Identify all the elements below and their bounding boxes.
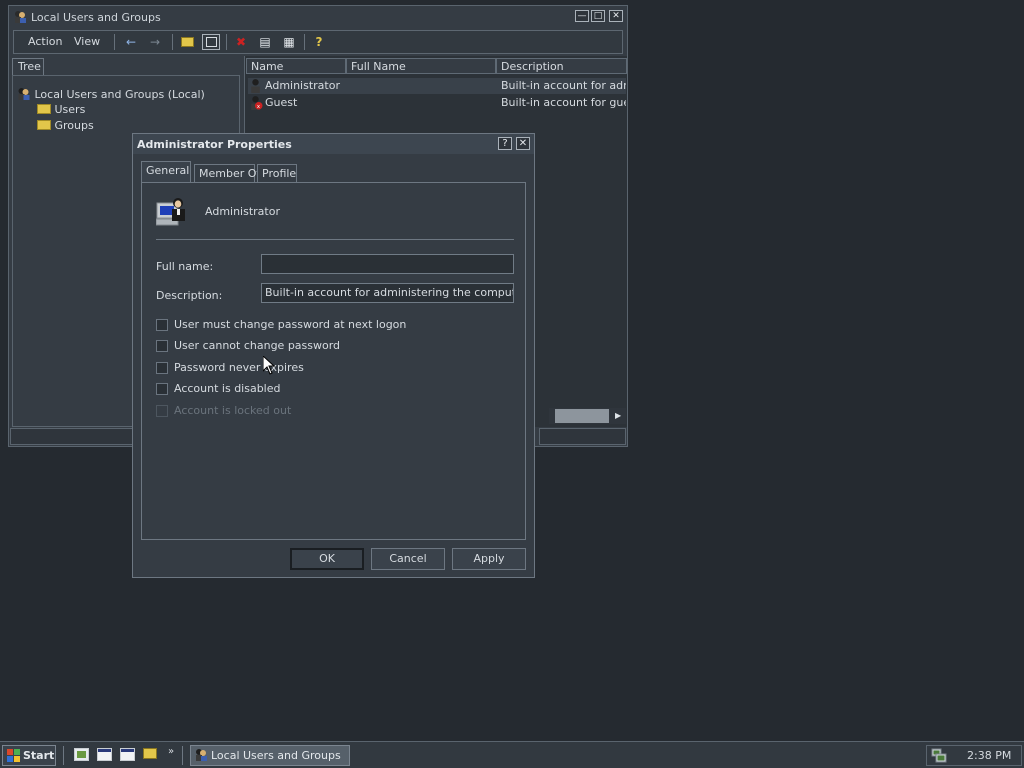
ok-button[interactable]: OK (290, 548, 364, 570)
show-desktop-icon[interactable] (74, 748, 89, 761)
taskbar-separator (63, 746, 64, 765)
taskbar-separator (182, 746, 183, 765)
column-header-name[interactable]: Name (246, 58, 346, 74)
status-bar-pane (539, 428, 626, 445)
folder-open-icon (37, 104, 51, 114)
properties-icon[interactable]: ▤ (256, 34, 274, 50)
divider (156, 239, 514, 240)
delete-icon[interactable]: ✖ (232, 34, 250, 50)
column-header-full-name[interactable]: Full Name (346, 58, 496, 74)
folder-icon (37, 120, 51, 130)
tree-root[interactable]: Local Users and Groups (Local) (16, 87, 205, 102)
mouse-cursor-icon (263, 356, 275, 375)
tree-item-users[interactable]: Users (37, 103, 85, 117)
full-name-label: Full name: (156, 260, 214, 273)
start-label: Start (23, 749, 55, 762)
column-header-description[interactable]: Description (496, 58, 627, 74)
close-button[interactable]: ✕ (516, 137, 530, 150)
users-icon (196, 749, 207, 761)
mmc-titlebar[interactable]: Local Users and Groups — □ ✕ (9, 6, 627, 28)
toolbar-separator (114, 34, 115, 50)
tree-item-groups[interactable]: Groups (37, 119, 94, 133)
row-description: Built-in account for admini (501, 79, 626, 92)
full-name-field[interactable] (261, 254, 514, 274)
users-icon (15, 11, 26, 23)
table-row[interactable]: Administrator Built-in account for admin… (248, 78, 626, 94)
checkbox-label: Account is disabled (174, 382, 281, 395)
maximize-button[interactable]: □ (591, 10, 605, 22)
close-button[interactable]: ✕ (609, 10, 623, 22)
tree-item-label: Users (54, 103, 86, 116)
row-name: Administrator (265, 79, 340, 92)
toolbar-separator (226, 34, 227, 50)
row-description: Built-in account for guest a (501, 96, 626, 109)
tab-profile[interactable]: Profile (257, 164, 297, 183)
svg-text:x: x (257, 104, 260, 110)
cancel-button[interactable]: Cancel (371, 548, 445, 570)
tab-member-of[interactable]: Member Of (194, 164, 260, 183)
taskbar-item-label: Local Users and Groups (211, 749, 341, 762)
toolbar-separator (304, 34, 305, 50)
status-bar (10, 428, 134, 445)
forward-arrow-icon[interactable]: → (146, 34, 164, 50)
start-button[interactable]: Start (2, 745, 56, 766)
windows-logo-icon (7, 749, 20, 762)
dialog-title: Administrator Properties (137, 138, 292, 151)
disabled-user-icon: x (251, 96, 263, 110)
scrollbar-thumb[interactable] (555, 409, 609, 423)
help-button[interactable]: ? (498, 137, 512, 150)
tree-tab[interactable]: Tree (12, 58, 44, 76)
scroll-right-icon[interactable]: ▶ (615, 410, 625, 422)
window-title: Local Users and Groups (31, 11, 161, 24)
window-icon[interactable] (120, 748, 135, 761)
checkbox-label: User must change password at next logon (174, 318, 407, 331)
checkbox[interactable] (156, 362, 168, 374)
taskbar: Start » Local Users and Groups 2:38 PM (0, 741, 1024, 768)
checkbox-label: User cannot change password (174, 339, 341, 352)
clock: 2:38 PM (967, 749, 1012, 762)
menu-action[interactable]: Action (28, 35, 62, 48)
description-field[interactable]: Built-in account for administering the c… (261, 283, 514, 303)
chevron-right-icon[interactable]: » (168, 746, 174, 757)
taskbar-item-local-users[interactable]: Local Users and Groups (190, 745, 350, 766)
table-row[interactable]: x Guest Built-in account for guest a (248, 95, 626, 111)
horizontal-scrollbar[interactable]: ▶ (549, 408, 626, 424)
tree-root-label: Local Users and Groups (Local) (34, 88, 205, 101)
dialog-titlebar[interactable]: Administrator Properties ? ✕ (133, 134, 534, 154)
apply-button[interactable]: Apply (452, 548, 526, 570)
window-icon[interactable] (97, 748, 112, 761)
users-icon (18, 88, 30, 100)
tab-general[interactable]: General (141, 161, 191, 183)
menu-toolbar: Action View ← → ✖ ▤ ▦ ? (13, 30, 623, 54)
export-list-icon[interactable]: ▦ (280, 34, 298, 50)
user-computer-icon (156, 198, 185, 226)
properties-dialog: Administrator Properties ? ✕ General Mem… (132, 133, 535, 578)
up-folder-icon[interactable] (178, 34, 196, 50)
checkbox (156, 405, 168, 417)
checkbox[interactable] (156, 383, 168, 395)
general-tab-panel: Administrator Full name: Description: Bu… (141, 182, 526, 540)
tree-item-label: Groups (54, 119, 94, 132)
checkbox[interactable] (156, 340, 168, 352)
toolbar-separator (172, 34, 173, 50)
user-icon (251, 79, 260, 93)
row-name: Guest (265, 96, 298, 109)
checkbox[interactable] (156, 319, 168, 331)
minimize-button[interactable]: — (575, 10, 589, 22)
menu-view[interactable]: View (74, 35, 100, 48)
show-hide-tree-icon[interactable] (202, 34, 220, 50)
help-icon[interactable]: ? (310, 34, 328, 50)
system-tray: 2:38 PM (926, 745, 1022, 766)
checkbox-label: Account is locked out (174, 404, 292, 417)
explorer-icon[interactable] (143, 748, 158, 761)
checkbox-label: Password never expires (174, 361, 304, 374)
description-label: Description: (156, 289, 223, 302)
user-name-label: Administrator (205, 205, 280, 218)
back-arrow-icon[interactable]: ← (122, 34, 140, 50)
network-icon[interactable] (931, 748, 947, 763)
